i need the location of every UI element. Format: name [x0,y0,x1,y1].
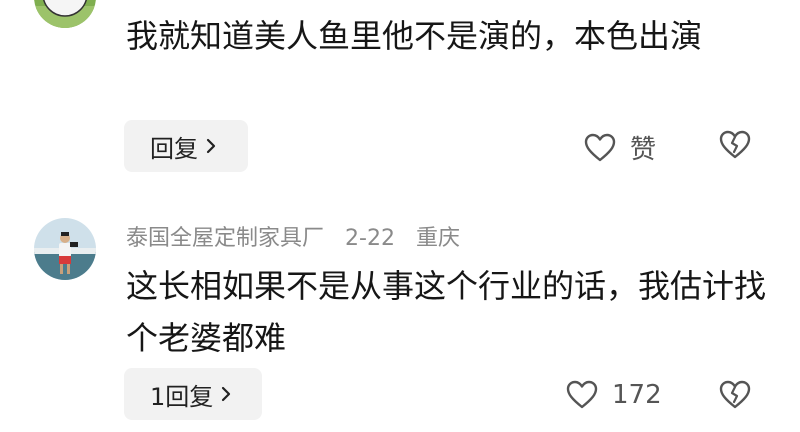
comment-meta: 泰国全屋定制家具厂 2-22 重庆 [126,220,474,252]
comment-date: 2-22 [345,226,395,251]
person-photo-avatar-icon [34,218,96,280]
like-button[interactable]: 172 [566,380,662,410]
dislike-button[interactable] [718,130,752,164]
comment-item: 泰国全屋定制家具厂 2-22 重庆 这长相如果不是从事这个行业的话，我估计找个老… [0,190,800,432]
like-button[interactable]: 赞 [584,129,656,166]
like-count: 172 [612,380,662,410]
chevron-right-icon [222,386,231,402]
reply-button[interactable]: 1回复 [124,368,262,420]
comment-location: 重庆 [415,226,460,251]
reply-button[interactable]: 回复 [124,120,248,172]
avatar[interactable] [34,218,96,280]
dislike-button[interactable] [718,380,752,414]
chevron-right-icon [206,138,216,154]
avatar[interactable] [34,0,96,28]
username[interactable]: 泰国全屋定制家具厂 [126,226,324,251]
heart-outline-icon [584,133,616,161]
comment-text: 这长相如果不是从事这个行业的话，我估计找个老婆都难 [126,267,767,357]
soccer-ball-avatar-icon [34,0,96,28]
like-count: 赞 [630,135,657,165]
reply-button-label: 回复 [150,134,198,163]
broken-heart-icon [719,130,751,159]
reply-button-label: 1回复 [150,382,214,411]
comment-item: 我就知道美人鱼里他不是演的，本色出演 回复 赞 [0,0,800,190]
heart-outline-icon [566,380,598,409]
comment-text: 我就知道美人鱼里他不是演的，本色出演 [126,17,703,55]
broken-heart-icon [719,380,751,409]
